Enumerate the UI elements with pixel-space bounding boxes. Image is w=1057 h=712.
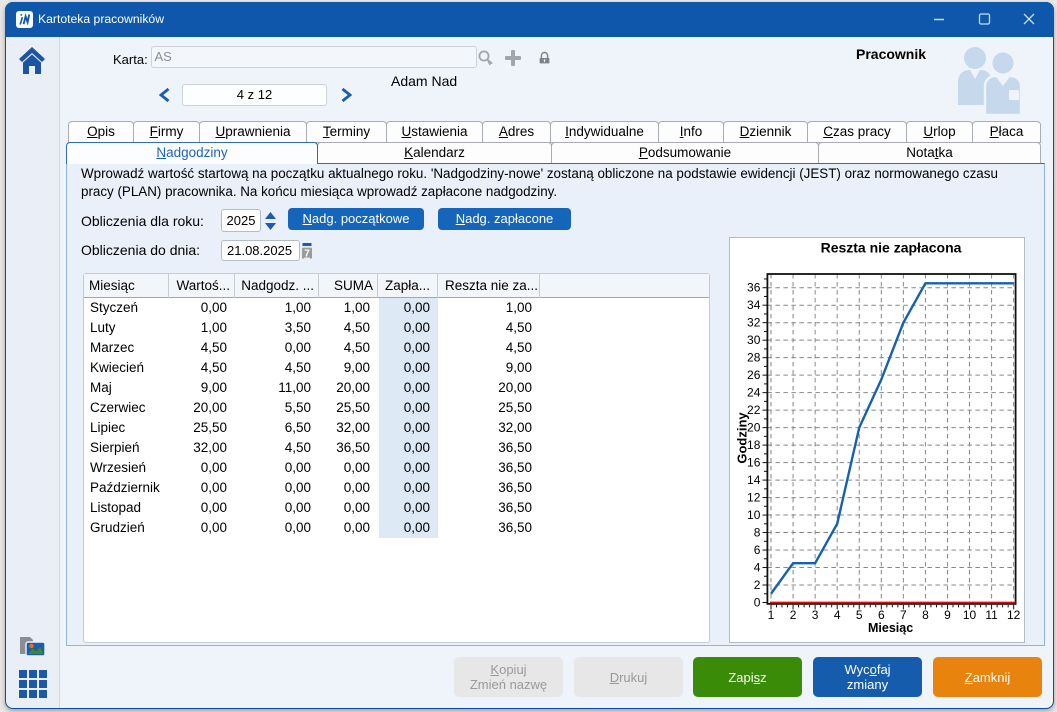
- svg-text:6: 6: [878, 608, 885, 622]
- svg-text:Reszta nie zapłacona: Reszta nie zapłacona: [821, 240, 962, 256]
- svg-text:2: 2: [790, 608, 797, 622]
- svg-text:12: 12: [1007, 608, 1021, 622]
- svg-text:11: 11: [985, 608, 998, 622]
- svg-text:3: 3: [812, 608, 819, 622]
- svg-text:26: 26: [747, 368, 761, 382]
- svg-text:12: 12: [747, 491, 761, 505]
- svg-text:0: 0: [754, 596, 761, 610]
- svg-text:1: 1: [768, 608, 775, 622]
- svg-text:32: 32: [747, 316, 761, 330]
- svg-text:14: 14: [747, 473, 761, 487]
- svg-text:Godziny: Godziny: [735, 412, 750, 464]
- svg-text:34: 34: [747, 298, 761, 312]
- svg-text:24: 24: [747, 386, 761, 400]
- svg-text:10: 10: [747, 508, 761, 522]
- svg-text:8: 8: [922, 608, 929, 622]
- svg-text:2: 2: [754, 578, 761, 592]
- svg-text:36: 36: [747, 281, 761, 295]
- svg-text:28: 28: [747, 351, 761, 365]
- svg-text:9: 9: [944, 608, 951, 622]
- svg-text:5: 5: [856, 608, 863, 622]
- svg-text:7: 7: [304, 249, 310, 259]
- svg-text:30: 30: [747, 333, 761, 347]
- svg-text:4: 4: [834, 608, 841, 622]
- svg-text:4: 4: [754, 561, 761, 575]
- svg-text:6: 6: [754, 543, 761, 557]
- svg-text:8: 8: [754, 526, 761, 540]
- svg-text:7: 7: [900, 608, 907, 622]
- svg-text:10: 10: [963, 608, 977, 622]
- svg-text:Miesiąc: Miesiąc: [868, 621, 913, 635]
